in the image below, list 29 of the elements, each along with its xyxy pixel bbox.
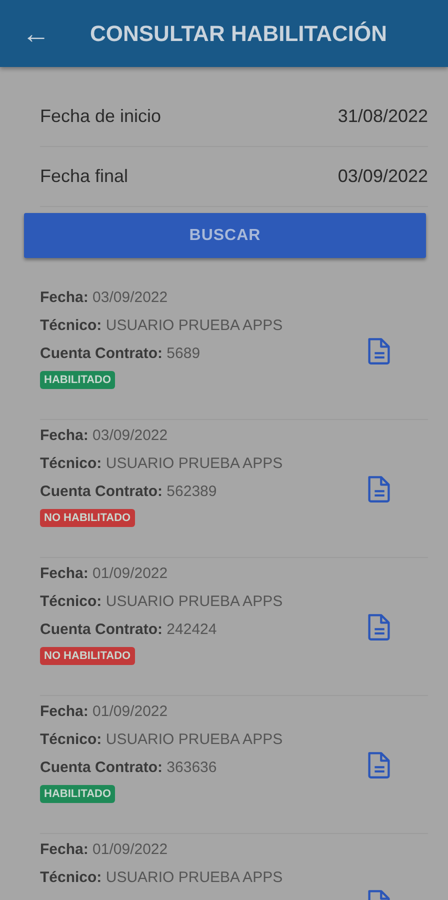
record-detail: Cuenta Contrato: 5689 [40,344,202,364]
document-icon[interactable] [366,612,392,640]
record-detail: Fecha: 01/09/2022 [40,840,169,860]
field-label: Fecha de inicio [40,106,162,127]
record-detail: Fecha: 01/09/2022 [40,564,169,584]
record-detail: Cuenta Contrato: 562389 [40,482,218,502]
record-detail: Técnico: USUARIO PRUEBA APPS [40,868,284,888]
record-detail: Fecha: 03/09/2022 [40,288,169,308]
status-badge: NO HABILITADO [40,647,135,665]
status-badge: HABILITADO [40,371,116,389]
record-detail: Cuenta Contrato: 242424 [40,620,218,640]
status-badge: NO HABILITADO [40,509,135,527]
field-label: Fecha final [40,166,128,187]
record-detail: Fecha: 03/09/2022 [40,426,169,446]
document-icon[interactable] [366,750,392,778]
document-icon[interactable] [366,474,392,502]
date-field[interactable]: 03/09/2022 [338,166,428,187]
back-icon[interactable]: ← [22,20,62,48]
record-detail: Técnico: USUARIO PRUEBA APPS [40,454,284,474]
status-badge: HABILITADO [40,785,116,803]
record-detail: Cuenta Contrato: 363636 [40,758,218,778]
record-detail: Técnico: USUARIO PRUEBA APPS [40,592,284,612]
record-detail: Técnico: USUARIO PRUEBA APPS [40,316,284,336]
document-icon[interactable] [366,336,392,364]
record-detail: Técnico: USUARIO PRUEBA APPS [40,730,284,750]
screen-title: CONSULTAR HABILITACIÓN [90,20,387,46]
record-detail: Fecha: 01/09/2022 [40,702,169,722]
search-button[interactable]: BUSCAR [24,213,426,258]
date-field[interactable]: 31/08/2022 [338,106,428,127]
